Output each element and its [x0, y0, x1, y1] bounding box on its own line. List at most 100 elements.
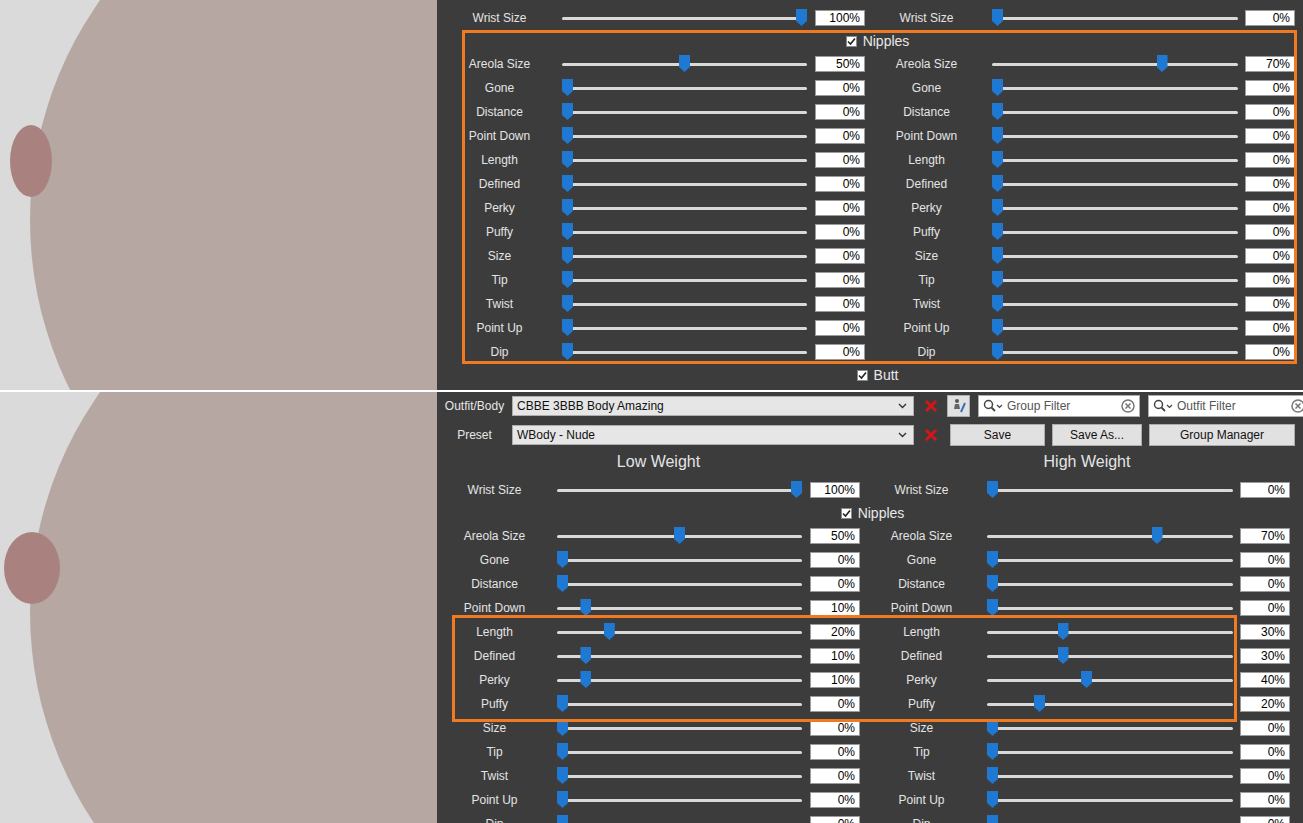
- group-checkbox[interactable]: [841, 508, 852, 519]
- high-weight-slider[interactable]: [987, 527, 1233, 545]
- slider-thumb[interactable]: [1152, 527, 1163, 544]
- clear-preset-button[interactable]: [921, 425, 941, 445]
- high-value-field[interactable]: 0%: [1240, 744, 1290, 760]
- low-value-field[interactable]: 0%: [810, 720, 860, 736]
- filter-field[interactable]: Outfit Filter: [1148, 395, 1303, 417]
- low-value-field[interactable]: 10%: [810, 648, 860, 664]
- slider-thumb[interactable]: [557, 791, 568, 808]
- low-value-field[interactable]: 0%: [810, 576, 860, 592]
- slider-thumb[interactable]: [557, 767, 568, 784]
- slider-thumb[interactable]: [562, 103, 573, 120]
- slider-thumb[interactable]: [992, 151, 1003, 168]
- low-weight-slider[interactable]: [557, 791, 802, 809]
- low-weight-slider[interactable]: [557, 527, 802, 545]
- slider-thumb[interactable]: [992, 127, 1003, 144]
- high-weight-slider[interactable]: [987, 743, 1233, 761]
- slider-thumb[interactable]: [557, 815, 568, 823]
- slider-thumb[interactable]: [992, 175, 1003, 192]
- slider-thumb[interactable]: [562, 79, 573, 96]
- low-value-field[interactable]: 100%: [810, 482, 860, 498]
- low-weight-slider[interactable]: [562, 127, 807, 145]
- high-value-field[interactable]: 0%: [1240, 768, 1290, 784]
- low-value-field[interactable]: 0%: [810, 792, 860, 808]
- high-weight-slider[interactable]: [987, 671, 1233, 689]
- high-value-field[interactable]: 70%: [1245, 56, 1295, 72]
- low-weight-slider[interactable]: [557, 719, 802, 737]
- high-value-field[interactable]: 0%: [1245, 104, 1295, 120]
- low-weight-slider[interactable]: [557, 671, 802, 689]
- low-value-field[interactable]: 0%: [815, 224, 865, 240]
- low-value-field[interactable]: 0%: [810, 768, 860, 784]
- low-weight-slider[interactable]: [562, 223, 807, 241]
- high-value-field[interactable]: 0%: [1245, 200, 1295, 216]
- high-weight-slider[interactable]: [992, 151, 1238, 169]
- preset-button[interactable]: Save As...: [1052, 424, 1142, 446]
- high-weight-slider[interactable]: [992, 343, 1238, 361]
- low-weight-slider[interactable]: [557, 647, 802, 665]
- slider-thumb[interactable]: [791, 481, 802, 498]
- outfit-dropdown[interactable]: CBBE 3BBB Body Amazing: [512, 396, 914, 416]
- low-weight-slider[interactable]: [562, 103, 807, 121]
- high-value-field[interactable]: 0%: [1240, 600, 1290, 616]
- slider-thumb[interactable]: [987, 719, 998, 736]
- slider-thumb[interactable]: [557, 551, 568, 568]
- slider-thumb[interactable]: [580, 647, 591, 664]
- high-value-field[interactable]: 0%: [1245, 224, 1295, 240]
- low-weight-slider[interactable]: [562, 151, 807, 169]
- low-value-field[interactable]: 0%: [810, 744, 860, 760]
- slider-thumb[interactable]: [562, 223, 573, 240]
- slider-thumb[interactable]: [562, 343, 573, 360]
- low-weight-slider[interactable]: [557, 551, 802, 569]
- low-weight-slider[interactable]: [562, 343, 807, 361]
- slider-thumb[interactable]: [562, 295, 573, 312]
- low-value-field[interactable]: 0%: [810, 816, 860, 823]
- low-value-field[interactable]: 10%: [810, 672, 860, 688]
- high-value-field[interactable]: 0%: [1245, 320, 1295, 336]
- low-value-field[interactable]: 0%: [815, 128, 865, 144]
- slider-thumb[interactable]: [992, 271, 1003, 288]
- clear-outfit-button[interactable]: [921, 396, 941, 416]
- low-weight-slider[interactable]: [562, 79, 807, 97]
- high-weight-slider[interactable]: [992, 79, 1238, 97]
- high-value-field[interactable]: 0%: [1245, 272, 1295, 288]
- high-weight-slider[interactable]: [987, 719, 1233, 737]
- low-value-field[interactable]: 0%: [815, 272, 865, 288]
- slider-thumb[interactable]: [992, 319, 1003, 336]
- low-weight-slider[interactable]: [557, 743, 802, 761]
- low-value-field[interactable]: 0%: [815, 320, 865, 336]
- low-weight-slider[interactable]: [562, 247, 807, 265]
- high-value-field[interactable]: 0%: [1245, 128, 1295, 144]
- slider-thumb[interactable]: [562, 175, 573, 192]
- slider-thumb[interactable]: [557, 575, 568, 592]
- slider-thumb[interactable]: [1058, 623, 1069, 640]
- high-weight-slider[interactable]: [992, 103, 1238, 121]
- high-weight-slider[interactable]: [992, 127, 1238, 145]
- slider-thumb[interactable]: [987, 743, 998, 760]
- group-checkbox[interactable]: [857, 370, 868, 381]
- high-value-field[interactable]: 0%: [1245, 80, 1295, 96]
- low-weight-slider[interactable]: [562, 55, 807, 73]
- slider-thumb[interactable]: [562, 151, 573, 168]
- high-weight-slider[interactable]: [992, 247, 1238, 265]
- high-value-field[interactable]: 0%: [1240, 482, 1290, 498]
- slider-thumb[interactable]: [992, 223, 1003, 240]
- preset-button[interactable]: Group Manager: [1149, 424, 1295, 446]
- high-weight-slider[interactable]: [992, 271, 1238, 289]
- group-checkbox[interactable]: [846, 36, 857, 47]
- high-weight-slider[interactable]: [987, 791, 1233, 809]
- high-value-field[interactable]: 0%: [1240, 552, 1290, 568]
- slider-thumb[interactable]: [992, 103, 1003, 120]
- high-weight-slider[interactable]: [987, 551, 1233, 569]
- slider-thumb[interactable]: [987, 599, 998, 616]
- slider-thumb[interactable]: [987, 481, 998, 498]
- high-value-field[interactable]: 0%: [1240, 720, 1290, 736]
- slider-thumb[interactable]: [1058, 647, 1069, 664]
- slider-thumb[interactable]: [992, 295, 1003, 312]
- high-weight-slider[interactable]: [987, 647, 1233, 665]
- slider-thumb[interactable]: [604, 623, 615, 640]
- slider-thumb[interactable]: [1157, 55, 1168, 72]
- low-value-field[interactable]: 0%: [815, 296, 865, 312]
- high-value-field[interactable]: 0%: [1245, 10, 1295, 26]
- low-value-field[interactable]: 20%: [810, 624, 860, 640]
- slider-thumb[interactable]: [992, 343, 1003, 360]
